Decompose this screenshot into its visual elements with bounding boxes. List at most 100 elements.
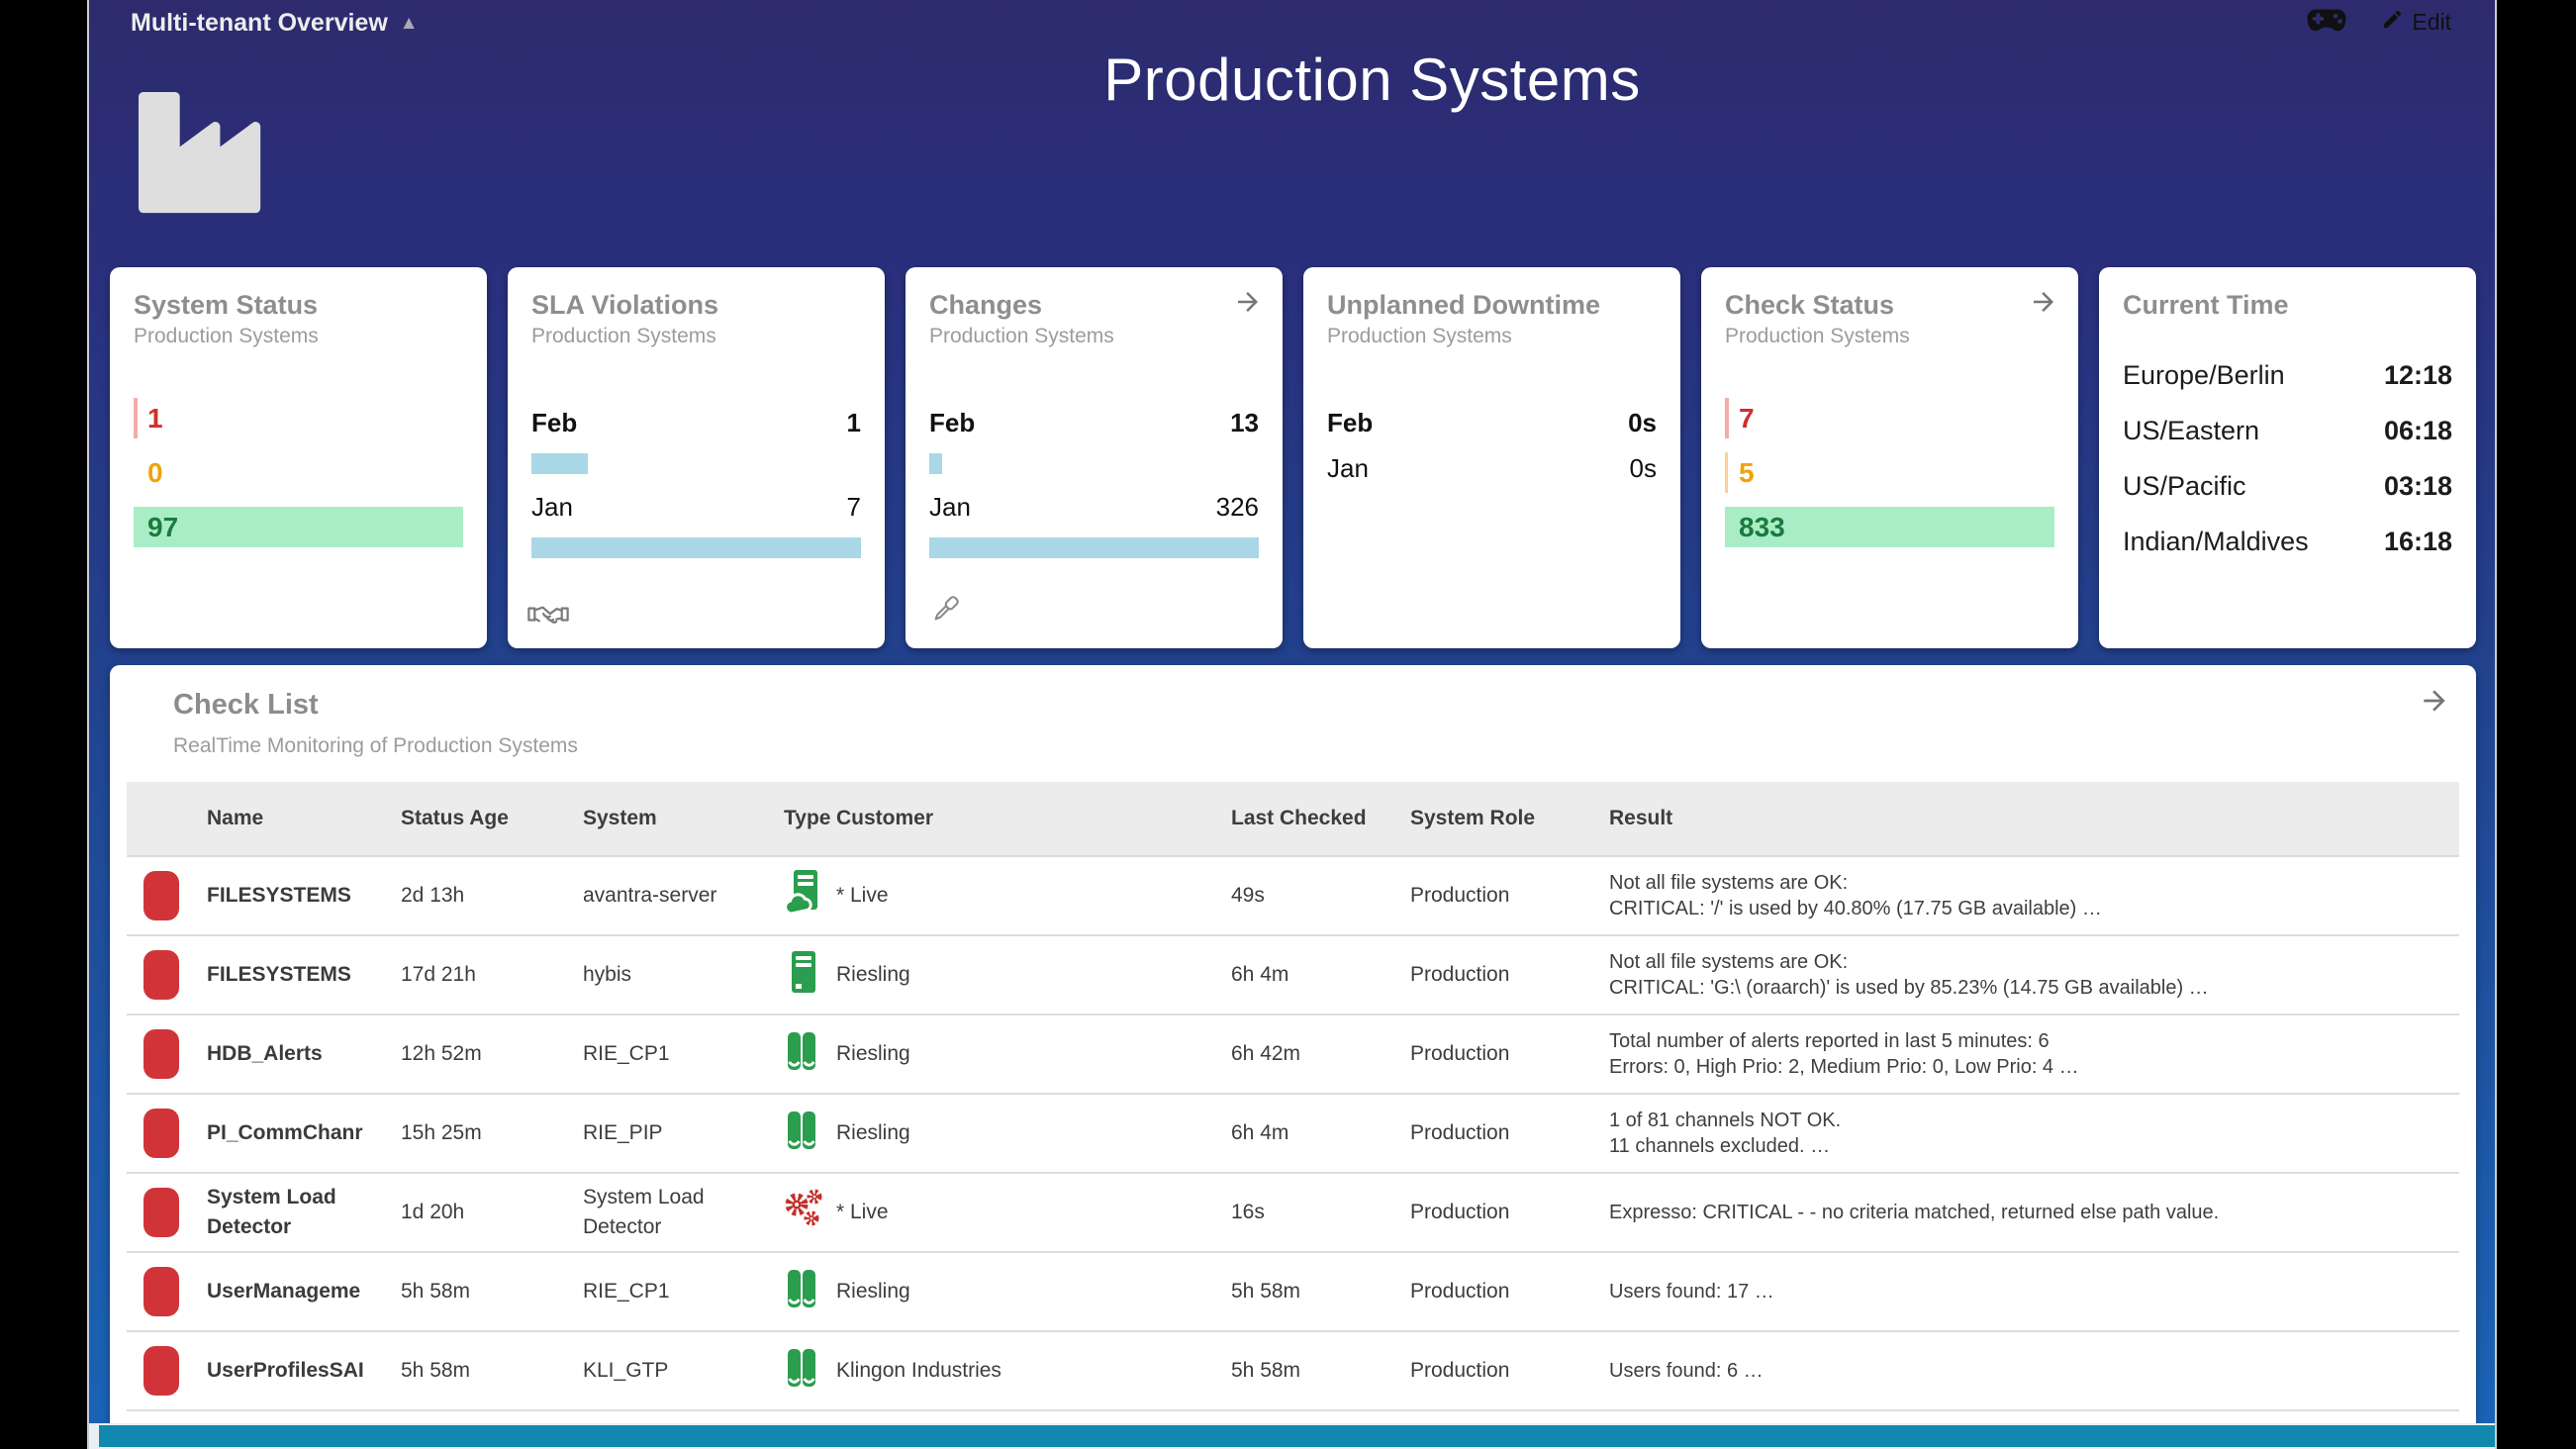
system: RIE_PIP [583,1118,784,1148]
server-icon [784,949,836,1001]
card-check-status[interactable]: Check Status Production Systems 7 5 833 [1701,267,2078,648]
card-unplanned-downtime[interactable]: Unplanned Downtime Production Systems Fe… [1303,267,1680,648]
month-values: Feb 0s Jan 0s [1327,406,1657,485]
collapse-icon[interactable]: ▲ [400,13,419,35]
check-name: PI_CommChanr [207,1118,401,1148]
edit-button[interactable]: Edit [2381,8,2451,37]
table-row[interactable]: System Load Detector 1d 20h System Load … [127,1172,2459,1251]
timezone-time: 03:18 [2384,469,2452,503]
status-stats: 1 0 97 [134,398,463,547]
month-bar [929,537,1259,558]
handshake-icon [527,600,569,634]
table-row[interactable]: FILESYSTEMS 17d 21h hybis Riesling 6h 4m… [127,934,2459,1014]
scrollbar-thumb[interactable] [99,1425,2495,1447]
card-title: Current Time [2123,289,2452,321]
dashboard-selector[interactable]: Multi-tenant Overview ▲ [131,9,419,38]
card-title: Changes [929,289,1259,321]
last-checked: 5h 58m [1231,1277,1410,1306]
status-age: 12h 52m [401,1039,583,1069]
month-bars: Feb 1 Jan 7 [531,406,861,558]
col-status-age: Status Age [401,807,583,830]
result: Users found: 17 … [1609,1279,2459,1304]
check-list-title: Check List [173,689,319,722]
status-badge [143,1267,179,1316]
month-row: Feb 0s [1327,406,1657,439]
dashboard-stage: Multi-tenant Overview ▲ Edit [87,0,2497,1449]
result: Total number of alerts reported in last … [1609,1028,2459,1080]
timezone-label: US/Pacific [2123,469,2246,503]
stat-value: 0 [134,457,163,489]
customer: Riesling [836,1039,1231,1069]
month-value: 7 [847,490,861,524]
result: Not all file systems are OK: CRITICAL: '… [1609,870,2459,921]
system: RIE_CP1 [583,1039,784,1069]
status-badge [143,1188,179,1237]
arrow-forward-icon[interactable] [2419,685,2450,722]
kpi-cards: System Status Production Systems 1 0 97 [110,267,2476,648]
database-icon [784,1266,836,1317]
month-label: Jan [531,490,573,524]
card-sla-violations[interactable]: SLA Violations Production Systems Feb 1 … [508,267,885,648]
check-name: FILESYSTEMS [207,881,401,911]
system: KLI_GTP [583,1356,784,1386]
card-subtitle: Production Systems [531,323,861,350]
table-row[interactable]: UserProfilesSAI 5h 58m KLI_GTP Klingon I… [127,1330,2459,1409]
top-actions: Edit [2306,6,2451,39]
month-row: Jan 7 [531,490,861,524]
month-row: Jan 326 [929,490,1259,524]
status-age: 2d 13h [401,881,583,911]
stat-value: 5 [1725,457,1755,489]
card-title: SLA Violations [531,289,861,321]
system-role: Production [1410,881,1609,911]
timezone-label: US/Eastern [2123,414,2259,447]
stat-value: 7 [1725,403,1755,435]
month-bars: Feb 13 Jan 326 [929,406,1259,558]
stat-value: 97 [134,512,178,543]
table-row[interactable]: UserManageme 5h 58m RIE_CP1 Riesling 5h … [127,1251,2459,1330]
col-system-role: System Role [1410,807,1609,830]
system: RIE_CP1 [583,1277,784,1306]
dashboard-title: Multi-tenant Overview [131,9,388,38]
card-title: System Status [134,289,463,321]
card-changes[interactable]: Changes Production Systems Feb 13 Jan 32… [906,267,1283,648]
horizontal-scrollbar[interactable] [89,1423,2495,1449]
col-system: System [583,807,784,830]
server-cloud-icon [784,870,836,921]
customer: * Live [836,1198,1231,1227]
month-bar [531,453,588,474]
status-badge [143,1109,179,1158]
database-icon [784,1345,836,1397]
card-current-time: Current Time Europe/Berlin 12:18 US/East… [2099,267,2476,648]
status-badge [143,871,179,920]
month-value: 0s [1628,406,1657,439]
timezone-label: Europe/Berlin [2123,358,2285,392]
result: Users found: 6 … [1609,1358,2459,1384]
arrow-forward-icon[interactable] [1233,287,1263,322]
col-result: Result [1609,807,2459,830]
col-customer: Customer [836,807,1231,830]
month-row: Jan 0s [1327,451,1657,485]
table-row[interactable]: PI_CommChanr 15h 25m RIE_PIP Riesling 6h… [127,1093,2459,1172]
table-row[interactable]: FILESYSTEMS 2d 13h avantra-server * Live… [127,855,2459,934]
card-title: Unplanned Downtime [1327,289,1657,321]
database-icon [784,1028,836,1080]
month-value: 1 [847,406,861,439]
month-value: 326 [1216,490,1259,524]
timezone-label: Indian/Maldives [2123,525,2309,558]
table-row[interactable]: ABAPMonSAPA 5h 58m SAPA Riesling 5h 58m … [127,1409,2459,1423]
table-row[interactable]: HDB_Alerts 12h 52m RIE_CP1 Riesling 6h 4… [127,1014,2459,1093]
col-type: Type [784,807,836,830]
system-role: Production [1410,1198,1609,1227]
month-label: Feb [1327,406,1373,439]
arrow-forward-icon[interactable] [2029,287,2058,322]
month-row: Feb 1 [531,406,861,439]
timezone-time: 06:18 [2384,414,2452,447]
card-system-status[interactable]: System Status Production Systems 1 0 97 [110,267,487,648]
month-label: Jan [929,490,971,524]
status-age: 5h 58m [401,1356,583,1386]
check-name: UserProfilesSAI [207,1356,401,1386]
result: Not all file systems are OK: CRITICAL: '… [1609,949,2459,1001]
stat-critical: 7 [1725,398,2054,438]
gamepad-icon[interactable] [2306,6,2347,39]
edit-label: Edit [2412,9,2451,36]
